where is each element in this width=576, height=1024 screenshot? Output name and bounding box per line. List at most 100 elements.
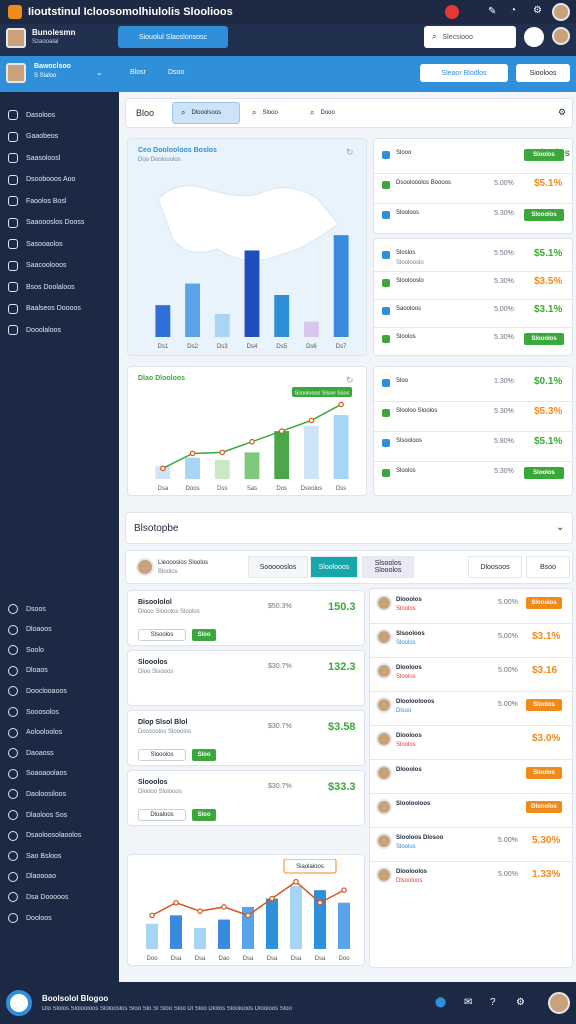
sidebar-item[interactable]: Dasoloos: [8, 106, 114, 124]
sidebar-item[interactable]: Sasooaolos: [8, 235, 114, 253]
row-button[interactable]: Sloolos: [524, 467, 564, 479]
sidebar-item[interactable]: Baalseos Doooos: [8, 300, 114, 318]
deal-card[interactable]: Dlop Slsol Blol Doosoolos Slooolos $30.7% $…: [127, 710, 365, 766]
nav-link-1[interactable]: Blosr: [130, 69, 146, 76]
chat-icon[interactable]: ✉: [464, 997, 472, 1008]
sidebar-item[interactable]: Sao Bsloos: [8, 847, 114, 865]
chart-point: [219, 449, 226, 456]
sidebar-item[interactable]: Saaoooslos Dooss: [8, 214, 114, 232]
sidebar-item[interactable]: Daoloosiloos: [8, 785, 114, 803]
chart-bar: [185, 457, 200, 479]
deal-card[interactable]: Slooolos Dloooo Slolooos $30.7% $33.3 Dloalo…: [127, 770, 365, 826]
app-title: Iioutstinul Icloosomolhiulolis Sloolioos: [28, 6, 233, 18]
person-button[interactable]: Sloolos: [526, 767, 562, 779]
chevron-down-icon[interactable]: ⌄: [556, 522, 564, 533]
sidebar-item[interactable]: Faoolos Bosl: [8, 192, 114, 210]
row-button[interactable]: Sloolos: [524, 149, 564, 161]
row-name: Sloolos: [396, 468, 416, 474]
person-avatar: [376, 867, 392, 883]
sidebar-item[interactable]: Aolooloolos: [8, 724, 114, 742]
chart-bar: [304, 321, 319, 337]
header-search-button[interactable]: Siouolul Slaoslonsosc: [118, 26, 228, 48]
sidebar-item[interactable]: Dsaoloosolaoolos: [8, 827, 114, 845]
header-avatar-2[interactable]: [552, 27, 570, 45]
chevron-down-icon[interactable]: ⌄: [96, 68, 103, 77]
sidebar-item[interactable]: Dlaoloos Sos: [8, 806, 114, 824]
sidebar-item[interactable]: Soaoaoolaos: [8, 765, 114, 783]
person-pct: 5.00%: [498, 667, 518, 674]
pin-icon[interactable]: ⬤: [435, 997, 446, 1008]
header-avatar[interactable]: [6, 28, 26, 48]
sidebar-item[interactable]: Dooolaloos: [8, 321, 114, 339]
tab-6[interactable]: Bsoo: [526, 556, 570, 578]
deal-card[interactable]: Bisoololol Dlooo Slooolos Sloolos $50.3% 15…: [127, 590, 365, 646]
sidebar-item[interactable]: Saasoloosl: [8, 149, 114, 167]
person-name: Dlooloolooos: [396, 699, 435, 705]
filter-tab-2[interactable]: ⌕ Slooo: [246, 102, 298, 124]
filter-tab-3[interactable]: ⌕ Dooo: [304, 102, 356, 124]
sidebar-item[interactable]: Dloaos: [8, 662, 114, 680]
sidebar-item[interactable]: Dsa Dooooos: [8, 888, 114, 906]
tab-3[interactable]: Slsoolos Slooolos: [362, 556, 414, 578]
row-icon: [382, 211, 390, 219]
footer-avatar[interactable]: [548, 992, 570, 1014]
person-pct: 5.00%: [498, 837, 518, 844]
deal-button[interactable]: Slooolos: [138, 749, 186, 761]
deal-tag[interactable]: Sloo: [192, 749, 216, 761]
chart-bar: [170, 915, 182, 949]
sidebar-item-icon: [8, 913, 18, 923]
gear-icon[interactable]: ⚙: [516, 997, 525, 1008]
pin-icon[interactable]: ✎: [488, 6, 496, 17]
person-button[interactable]: Sloolos: [526, 699, 562, 711]
profile-avatar[interactable]: [6, 63, 26, 83]
sidebar-item[interactable]: Dsoos: [8, 600, 114, 618]
sidebar-item[interactable]: Daoaoss: [8, 744, 114, 762]
row-button[interactable]: Slooolos: [524, 333, 564, 345]
chart-tick-label: Ds7: [336, 344, 347, 350]
header-circle-button[interactable]: [524, 27, 544, 47]
sidebar-item[interactable]: Dooclooaoos: [8, 682, 114, 700]
sidebar-item[interactable]: Bsos Doolaloos: [8, 278, 114, 296]
row-sub: Sloolooslo: [396, 260, 424, 266]
sidebar-item[interactable]: Dlaoooao: [8, 868, 114, 886]
person-button[interactable]: Dlooolos: [526, 801, 562, 813]
deal-tag[interactable]: Sloo: [192, 629, 216, 641]
chart-tick-label: Dsa: [158, 486, 169, 492]
refresh-icon[interactable]: ↻: [346, 147, 354, 158]
row-button[interactable]: Slooolos: [524, 209, 564, 221]
sidebar-item-label: Soolo: [26, 646, 44, 654]
filter-tab-active[interactable]: ⌕ Dlooolsoos: [172, 102, 240, 124]
sidebar-item[interactable]: Saacoolooos: [8, 257, 114, 275]
cta-button[interactable]: Sleaor Blodlos: [420, 64, 508, 82]
deal-card[interactable]: Slooolos Dloo Slsooos $30.7% 132.3: [127, 650, 365, 706]
gear-icon[interactable]: ⚙: [533, 5, 542, 16]
tab-1[interactable]: Soooooslos: [248, 556, 308, 578]
sidebar-item[interactable]: Soolo: [8, 641, 114, 659]
help-icon[interactable]: ?: [490, 997, 496, 1008]
person-name: Slooloos Dlosoo: [396, 835, 444, 841]
sidebar-item[interactable]: Dooloos: [8, 909, 114, 927]
people-list: Dlooolos Sloolos 5.00% $3.1% Slooolos Slsoolo…: [369, 588, 573, 968]
row-value: $5.3%: [534, 406, 563, 417]
chart-bar: [244, 250, 260, 337]
deal-tag[interactable]: Sloo: [192, 809, 216, 821]
notification-badge-icon[interactable]: [445, 5, 459, 19]
secondary-button[interactable]: Siooloos: [516, 64, 570, 82]
sidebar-item[interactable]: Sooosolos: [8, 703, 114, 721]
deal-button[interactable]: Dloaloos: [138, 809, 186, 821]
tab-2[interactable]: Sloolooos: [310, 556, 358, 578]
sidebar-item[interactable]: Dsoobooos Aoo: [8, 171, 114, 189]
sidebar-item[interactable]: Dloaoos: [8, 621, 114, 639]
filter-settings-icon[interactable]: ⚙: [558, 107, 566, 118]
user-avatar[interactable]: [552, 3, 570, 21]
person-button[interactable]: Slooolos: [526, 597, 562, 609]
refresh-icon[interactable]: ↻: [346, 375, 354, 386]
nav-link-2[interactable]: Dsoo: [168, 69, 184, 76]
search-input[interactable]: ⌕ Slecsiooo: [424, 26, 516, 48]
person-pct: 5.00%: [498, 599, 518, 606]
bell-icon[interactable]: ◔: [510, 5, 516, 16]
chart-bar: [146, 923, 158, 949]
sidebar-item[interactable]: Gaaobeos: [8, 128, 114, 146]
tab-5[interactable]: Dloosoos: [468, 556, 522, 578]
deal-button[interactable]: Slsoolos: [138, 629, 186, 641]
